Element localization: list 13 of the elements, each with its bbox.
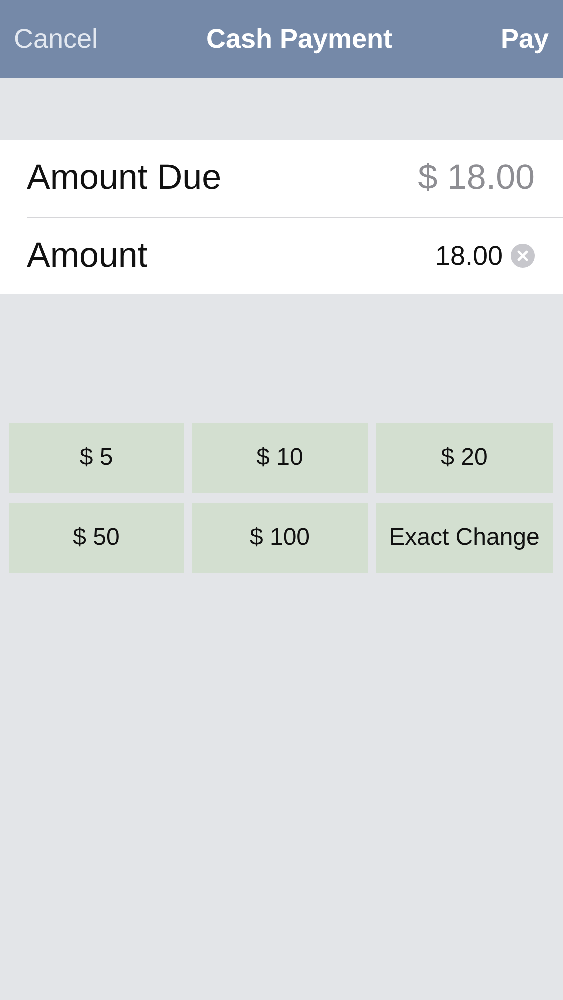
pay-button[interactable]: Pay	[500, 18, 549, 60]
amount-button[interactable]: $ 10	[192, 423, 368, 493]
amount-button[interactable]: $ 20	[376, 423, 553, 493]
field-label: Amount Due	[27, 157, 222, 200]
amount-button[interactable]: $ 100	[192, 503, 368, 573]
amount-button[interactable]: $ 50	[9, 503, 184, 573]
field-label: Amount	[27, 234, 148, 277]
amount-field[interactable]: 18.00	[383, 236, 503, 276]
amount-due-value: $ 18.00	[418, 157, 535, 200]
amount-button[interactable]: $ 5	[9, 423, 184, 493]
screen-title: Cash Payment	[206, 22, 393, 56]
amount-button[interactable]: Exact Change	[376, 503, 553, 573]
clear-icon[interactable]	[511, 244, 535, 268]
